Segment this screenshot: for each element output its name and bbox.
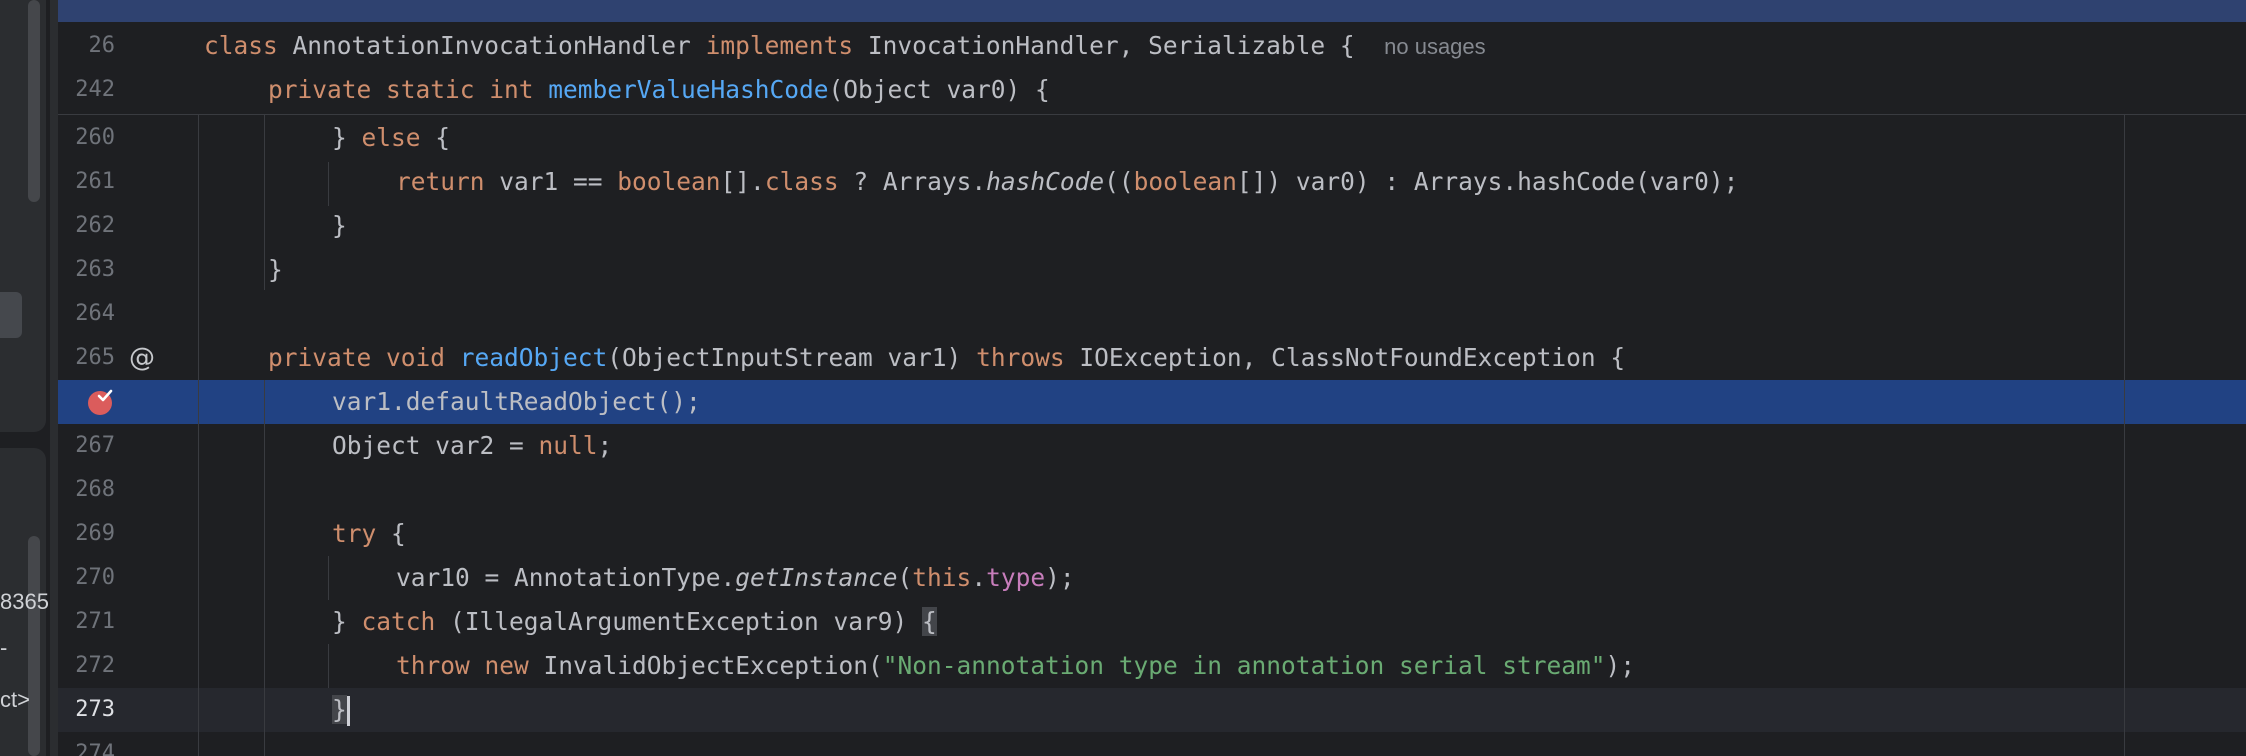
code-text[interactable]: } catch (IllegalArgumentException var9) … [332, 600, 937, 644]
keyword: null [538, 431, 598, 460]
indent-guide [328, 644, 329, 688]
override-at-icon[interactable]: @ [128, 343, 156, 373]
code-text[interactable]: var1.defaultReadObject(); [332, 380, 701, 424]
line-number: 268 [75, 477, 115, 502]
code-segment: (Object var0) { [828, 75, 1050, 104]
code-text[interactable]: private static int memberValueHashCode(O… [268, 68, 1050, 112]
sticky-line[interactable]: 242 private static int memberValueHashCo… [58, 68, 2246, 112]
code-line[interactable]: 264 [58, 292, 2246, 336]
line-number: 271 [75, 609, 115, 634]
string-literal: "Non-annotation type in annotation seria… [882, 651, 1606, 680]
code-text[interactable]: } [268, 248, 283, 292]
left-panel-fragment: ct> [0, 687, 30, 712]
execution-point-line[interactable]: var1.defaultReadObject(); [58, 380, 2246, 424]
code-text[interactable]: try { [332, 512, 406, 556]
keyword: catch [361, 607, 436, 636]
left-panel-fragment: 8365 [0, 589, 49, 614]
code-text[interactable]: private void readObject(ObjectInputStrea… [268, 336, 1625, 380]
code-text[interactable]: } [332, 204, 347, 248]
field: type [986, 563, 1046, 592]
keyword: class [764, 167, 839, 196]
gutter-separator [198, 114, 199, 756]
line-number: 273 [75, 697, 115, 722]
code-line[interactable]: 271 } catch (IllegalArgumentException va… [58, 600, 2246, 644]
left-panel-fragment: - [0, 635, 8, 660]
usages-hint: no usages [1384, 34, 1486, 59]
sticky-line[interactable]: 26 class AnnotationInvocationHandler imp… [58, 24, 2246, 68]
sticky-scope-header[interactable]: 26 class AnnotationInvocationHandler imp… [58, 22, 2246, 115]
code-line[interactable]: 261 return var1 == boolean[].class ? Arr… [58, 160, 2246, 204]
code-text[interactable]: class AnnotationInvocationHandler implem… [204, 24, 1486, 68]
keyword: else [361, 123, 421, 152]
line-number: 242 [75, 77, 115, 102]
right-margin-guide [2124, 114, 2125, 756]
code-line[interactable]: 270 var10 = AnnotationType.getInstance(t… [58, 556, 2246, 600]
code-line[interactable]: 262 } [58, 204, 2246, 248]
class-name: AnnotationInvocationHandler [292, 31, 691, 60]
keyword: this [912, 563, 972, 592]
line-number: 267 [75, 433, 115, 458]
matched-brace: { [922, 607, 937, 636]
keyword: boolean [617, 167, 721, 196]
keyword: try [332, 519, 377, 548]
indent-guide [328, 162, 329, 206]
code-editor[interactable]: 26 class AnnotationInvocationHandler imp… [58, 0, 2246, 756]
indent-guide [264, 380, 265, 756]
left-panel-scrollbar-top[interactable] [28, 0, 40, 202]
line-number: 26 [88, 33, 116, 58]
keyword: throws [976, 343, 1065, 372]
method-name: memberValueHashCode [548, 75, 829, 104]
keyword: boolean [1133, 167, 1237, 196]
breakpoint-icon[interactable] [86, 388, 114, 416]
code-line[interactable]: 260 } else { [58, 116, 2246, 160]
code-segment: InvocationHandler, Serializable { [867, 31, 1355, 60]
keyword: throw new [396, 651, 529, 680]
code-line[interactable]: 265 @ private void readObject(ObjectInpu… [58, 336, 2246, 380]
code-text[interactable]: return var1 == boolean[].class ? Arrays.… [396, 160, 1738, 204]
text-caret [346, 696, 350, 726]
caret-line[interactable]: 273 } [58, 688, 2246, 732]
code-text[interactable]: } [332, 688, 350, 732]
line-number: 270 [75, 565, 115, 590]
code-line[interactable]: 272 throw new InvalidObjectException("No… [58, 644, 2246, 688]
line-number: 274 [75, 741, 115, 756]
matched-brace: } [332, 695, 347, 724]
line-number: 261 [75, 169, 115, 194]
keyword: return [396, 167, 485, 196]
code-text[interactable]: } else { [332, 116, 450, 160]
left-panel-selection[interactable] [0, 292, 22, 338]
editor-top-strip [58, 0, 2246, 22]
method-name: readObject [459, 343, 608, 372]
code-line[interactable]: 269 try { [58, 512, 2246, 556]
keyword: class [204, 31, 278, 60]
line-number: 263 [75, 257, 115, 282]
static-method-call: getInstance [735, 563, 898, 592]
keyword: private static int [268, 75, 534, 104]
keyword: implements [705, 31, 854, 60]
panel-splitter[interactable] [50, 0, 58, 756]
code-line[interactable]: 267 Object var2 = null; [58, 424, 2246, 468]
line-number: 272 [75, 653, 115, 678]
line-number: 265 [75, 345, 115, 370]
static-method-call: hashCode [986, 167, 1105, 196]
line-number: 262 [75, 213, 115, 238]
keyword: private void [268, 343, 446, 372]
code-text[interactable]: throw new InvalidObjectException("Non-an… [396, 644, 1635, 688]
indent-guide [264, 114, 265, 290]
line-number: 269 [75, 521, 115, 546]
code-text[interactable]: Object var2 = null; [332, 424, 612, 468]
line-number: 264 [75, 301, 115, 326]
code-text[interactable]: var10 = AnnotationType.getInstance(this.… [396, 556, 1075, 600]
indent-guide [328, 556, 329, 600]
code-line[interactable]: 263 } [58, 248, 2246, 292]
line-number: 260 [75, 125, 115, 150]
left-panel-scrollbar-bottom[interactable] [28, 536, 40, 756]
left-tool-window: 8365 - ct> [0, 0, 50, 756]
code-line[interactable]: 274 [58, 732, 2246, 756]
code-line[interactable]: 268 [58, 468, 2246, 512]
